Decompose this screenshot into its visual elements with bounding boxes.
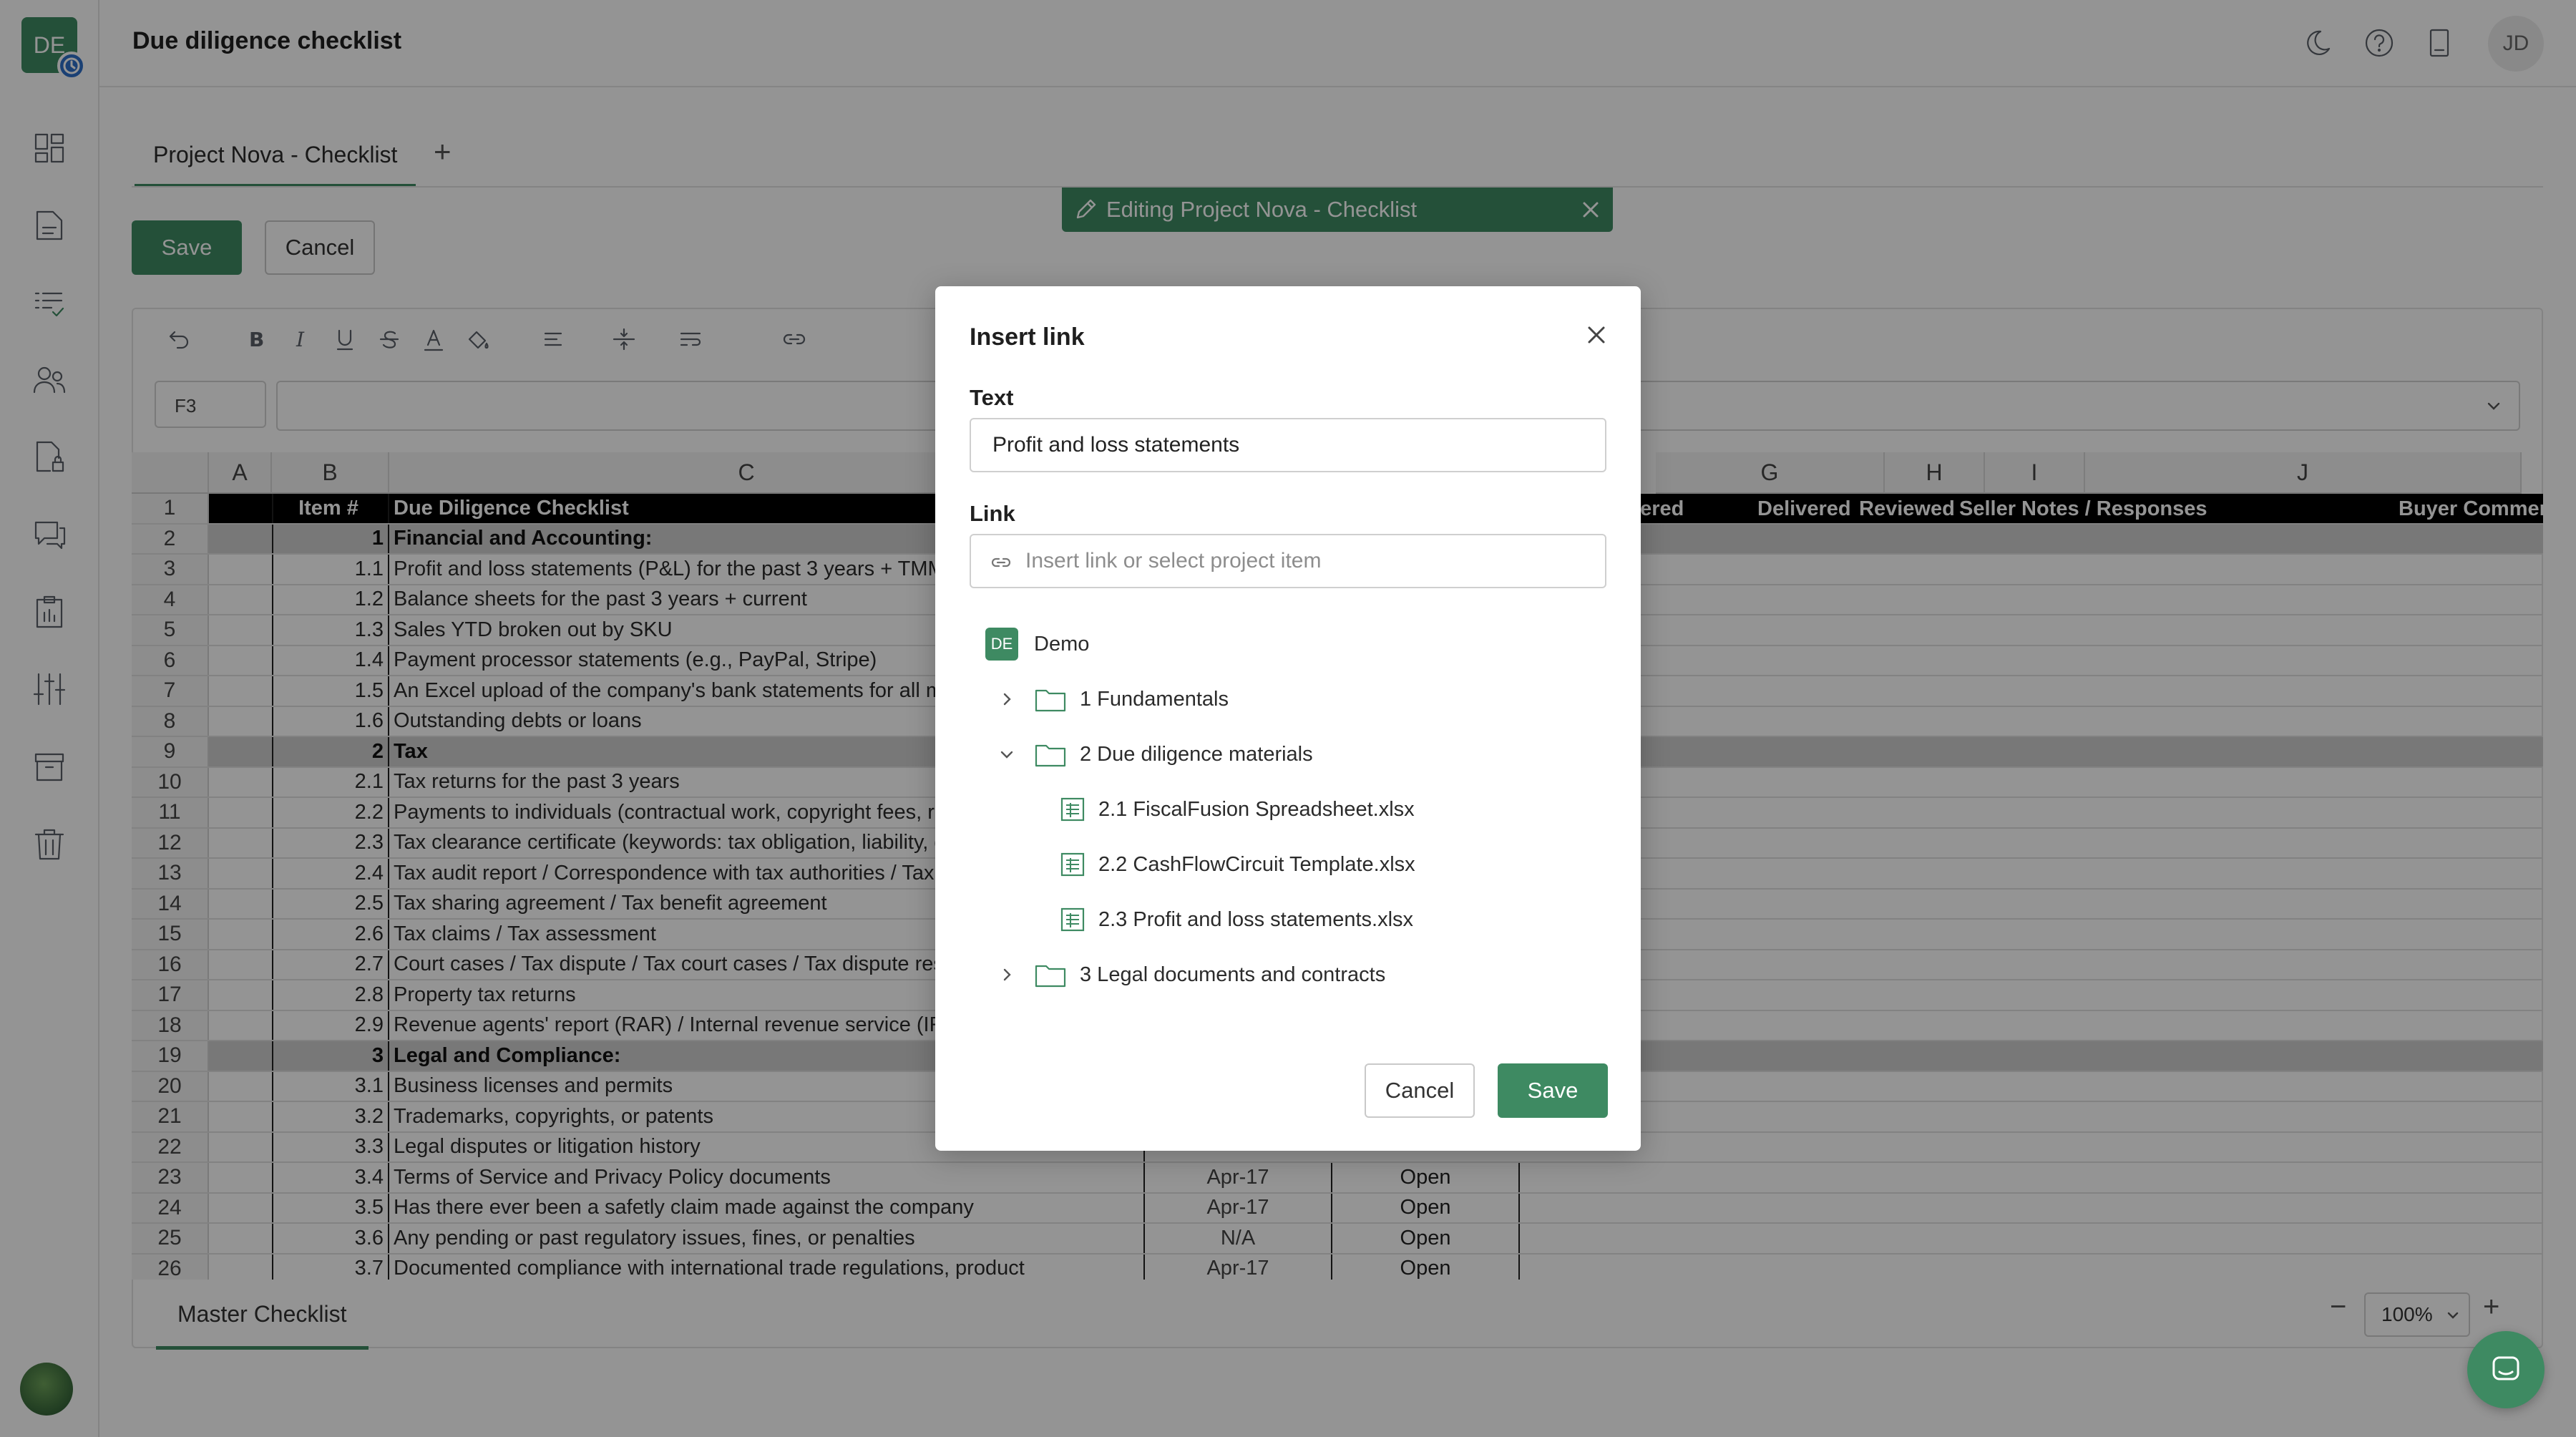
dialog-title: Insert link — [970, 323, 1085, 351]
folder-icon — [1035, 689, 1066, 712]
close-icon[interactable] — [1582, 321, 1611, 349]
insert-link-dialog: Insert link Text Profit and loss stateme… — [935, 286, 1641, 1151]
tree-item-due-diligence-materials[interactable]: 2 Due diligence materials — [970, 727, 1606, 781]
project-badge: DE — [985, 628, 1018, 661]
text-field-label: Text — [970, 385, 1014, 410]
folder-icon — [1035, 965, 1066, 988]
link-url-input[interactable]: Insert link or select project item — [970, 534, 1606, 588]
tree-item-fundamentals[interactable]: 1 Fundamentals — [970, 672, 1606, 726]
chevron-down-icon[interactable] — [997, 744, 1017, 764]
spreadsheet-file-icon — [1060, 852, 1085, 877]
link-icon — [991, 557, 1011, 568]
spreadsheet-file-icon — [1060, 907, 1085, 932]
dialog-cancel-button[interactable]: Cancel — [1365, 1063, 1475, 1118]
link-field-label: Link — [970, 501, 1015, 526]
tree-item-legal-documents[interactable]: 3 Legal documents and contracts — [970, 948, 1606, 1002]
chevron-right-icon[interactable] — [997, 689, 1017, 709]
chevron-right-icon[interactable] — [997, 965, 1017, 985]
tree-item-demo[interactable]: DE Demo — [970, 617, 1606, 671]
folder-open-icon — [1035, 744, 1066, 767]
tree-item-file[interactable]: 2.3 Profit and loss statements.xlsx — [970, 892, 1606, 947]
tree-item-file[interactable]: 2.2 CashFlowCircuit Template.xlsx — [970, 837, 1606, 892]
chat-icon — [2492, 1356, 2519, 1380]
dialog-save-button[interactable]: Save — [1498, 1063, 1608, 1118]
tree-item-file[interactable]: 2.1 FiscalFusion Spreadsheet.xlsx — [970, 782, 1606, 837]
tree-label: Demo — [1034, 632, 1090, 656]
link-text-input[interactable]: Profit and loss statements — [970, 418, 1606, 472]
chat-support-button[interactable] — [2467, 1331, 2545, 1408]
spreadsheet-file-icon — [1060, 797, 1085, 822]
